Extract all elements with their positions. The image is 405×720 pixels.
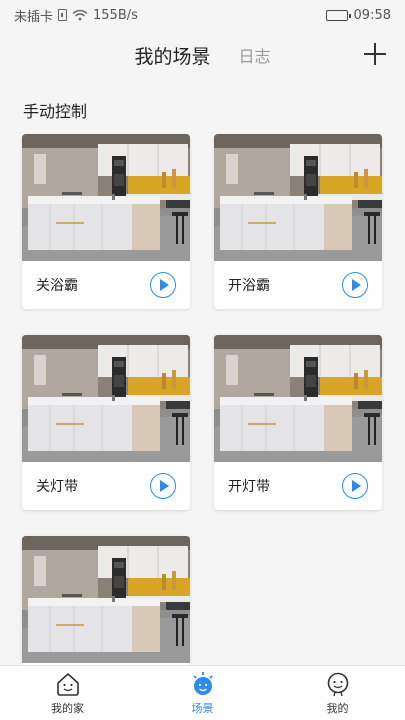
nav-label-scene: 场景 [191, 701, 214, 715]
card-footer: 关灯带 [22, 462, 190, 510]
kitchen-image [214, 335, 382, 462]
carrier-text: 未插卡 [14, 9, 54, 25]
play-icon[interactable] [150, 272, 176, 298]
battery-icon [325, 9, 351, 21]
kitchen-image [22, 335, 190, 462]
clock: 09:58 [353, 7, 391, 23]
card-footer: 开灯带 [214, 462, 382, 510]
scene-card[interactable]: 开灯带 [214, 335, 382, 510]
scene-label: 关浴霸 [36, 278, 78, 294]
network-speed: 155B/s [93, 7, 138, 23]
kitchen-image [22, 134, 190, 261]
kitchen-image [214, 134, 382, 261]
scene-card[interactable]: 关浴霸 [22, 134, 190, 309]
scene-label: 开浴霸 [228, 278, 270, 294]
plus-icon[interactable] [363, 42, 387, 66]
section-title: 手动控制 [23, 102, 88, 121]
status-right: 09:58 [325, 7, 391, 23]
sim-card-icon [58, 9, 68, 21]
nav-item-scene[interactable]: 场景 [135, 666, 270, 720]
play-icon[interactable] [342, 473, 368, 499]
card-footer: 关浴霸 [22, 261, 190, 309]
header: 我的场景 日志 [0, 30, 405, 80]
card-footer: 开浴霸 [214, 261, 382, 309]
wifi-icon [72, 9, 88, 21]
play-icon[interactable] [150, 473, 176, 499]
tab-my-scenes[interactable]: 我的场景 [134, 42, 210, 69]
home-icon [56, 672, 79, 696]
profile-icon [327, 672, 348, 696]
status-bar: 未插卡 155B/s 09:58 [0, 0, 405, 30]
kitchen-image [22, 536, 190, 663]
status-left: 未插卡 155B/s [14, 6, 138, 25]
play-icon[interactable] [342, 272, 368, 298]
tab-log[interactable]: 日志 [239, 43, 271, 67]
scene-label: 关灯带 [36, 479, 78, 495]
nav-item-profile[interactable]: 我的 [270, 666, 405, 720]
nav-label-home: 我的家 [51, 701, 84, 715]
scene-icon [192, 671, 213, 695]
scene-card[interactable]: 关灯带 [22, 335, 190, 510]
bottom-nav: 我的家 场景 我的 [0, 665, 405, 720]
nav-item-home[interactable]: 我的家 [0, 666, 135, 720]
nav-label-profile: 我的 [326, 701, 349, 715]
scene-card[interactable]: 开浴霸 [214, 134, 382, 309]
scene-label: 开灯带 [228, 479, 270, 495]
